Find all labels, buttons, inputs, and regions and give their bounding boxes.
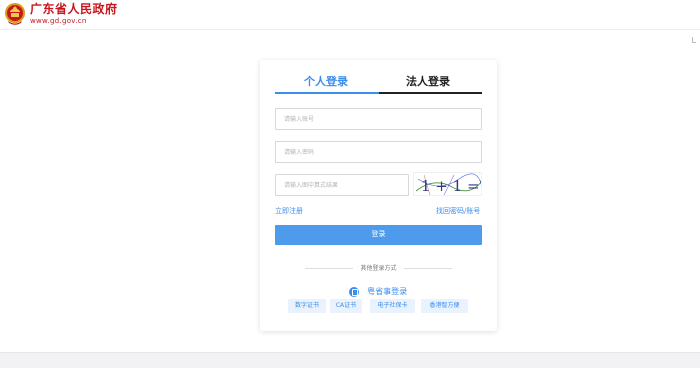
tab-personal-underline: [275, 92, 379, 94]
chevron-icon[interactable]: [692, 37, 696, 43]
divider-right: [404, 268, 452, 269]
site-header: 广东省人民政府 www.gd.gov.cn: [0, 0, 700, 30]
site-title: 广东省人民政府: [30, 2, 118, 16]
login-button[interactable]: 登录: [275, 225, 482, 245]
digital-certificate-button[interactable]: 数字证书: [288, 299, 326, 313]
password-input[interactable]: [275, 141, 482, 163]
page-footer: [0, 352, 700, 368]
yss-login-button[interactable]: 粤省事登录: [349, 281, 407, 297]
tab-legal-person-login[interactable]: 法人登录: [377, 73, 479, 91]
phone-icon: [349, 286, 359, 297]
site-url: www.gd.gov.cn: [30, 17, 87, 25]
yss-login-label: 粤省事登录: [367, 287, 408, 296]
other-login-methods-label: 其他登录方式: [360, 265, 397, 272]
ca-certificate-button[interactable]: CA证书: [330, 299, 362, 313]
divider-left: [305, 268, 353, 269]
captcha-noise-graphic: 1 + 1 =?: [415, 173, 482, 195]
captcha-input[interactable]: [275, 174, 409, 196]
social-security-card-button[interactable]: 电子社保卡: [370, 299, 415, 313]
captcha-image[interactable]: 1 + 1 =?: [413, 172, 482, 196]
forgot-password-link[interactable]: 找回密码/账号: [436, 206, 480, 216]
hk-iamsmart-button[interactable]: 香港智方便: [421, 299, 468, 313]
register-link[interactable]: 立即注册: [275, 206, 303, 216]
tab-legal-underline: [379, 92, 482, 94]
tab-personal-login[interactable]: 个人登录: [275, 73, 377, 91]
login-card: 个人登录 法人登录 1 + 1 =? 立即注册 找回密码/账号 登录 其他登录方…: [260, 60, 497, 331]
captcha-text: 1 + 1 =?: [421, 177, 482, 195]
account-input[interactable]: [275, 108, 482, 130]
national-emblem-icon: [5, 3, 25, 25]
